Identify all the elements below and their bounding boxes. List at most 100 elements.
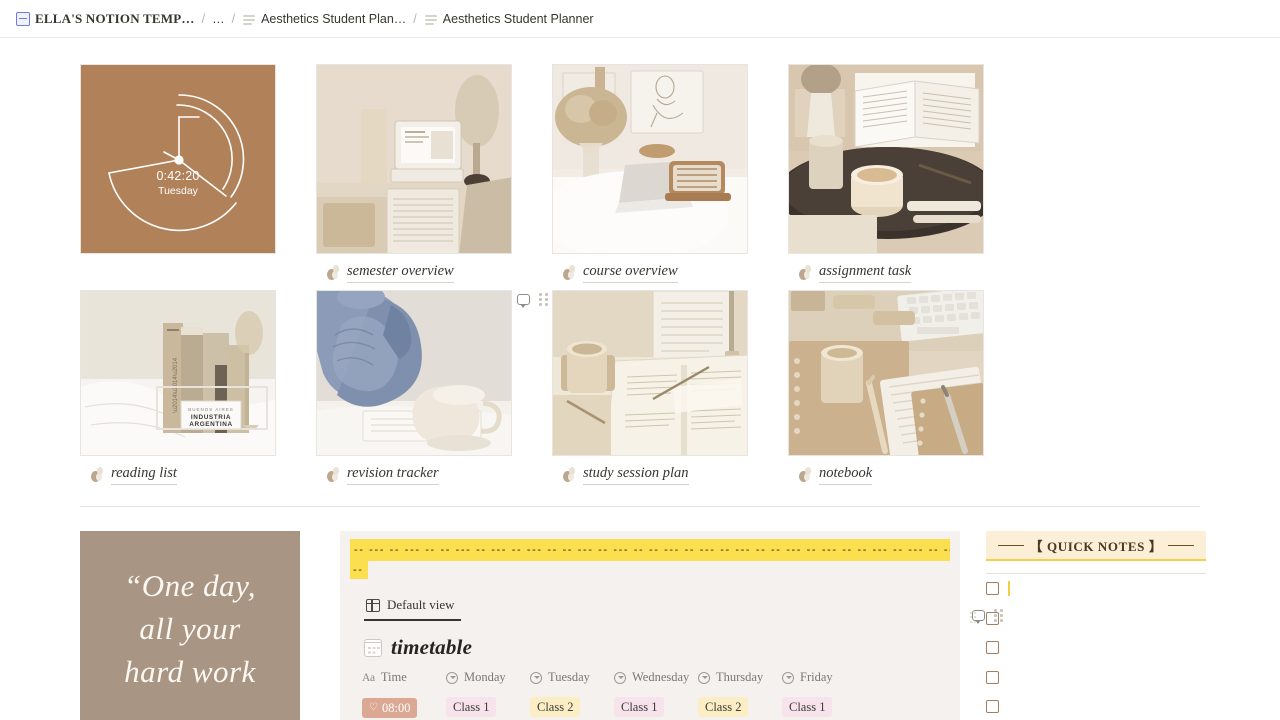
- decorative-dashed-divider: -- --- -- --- -- -- --- -- --- -- --- --…: [350, 539, 950, 561]
- column-header-tuesday[interactable]: Tuesday: [530, 670, 614, 685]
- quick-note-item[interactable]: [986, 692, 1206, 720]
- breadcrumb-item-root[interactable]: ELLA'S NOTION TEMP…: [16, 11, 195, 27]
- header-dash-right-icon: [1168, 544, 1195, 547]
- select-icon: [614, 671, 626, 684]
- paw-icon: [326, 467, 340, 482]
- assignment-task-thumb[interactable]: [788, 64, 984, 254]
- study-session-plan-caption[interactable]: study session plan: [552, 456, 748, 486]
- paw-icon: [562, 265, 576, 280]
- timetable-database-block: -- --- -- --- -- -- --- -- --- -- --- --…: [340, 531, 1003, 720]
- assignment-task-caption[interactable]: assignment task: [788, 254, 984, 284]
- breadcrumb-item-1[interactable]: Aesthetics Student Plan…: [242, 12, 406, 26]
- gallery-card-notebook[interactable]: notebook: [788, 290, 984, 486]
- gallery-card-revision-tracker[interactable]: revision tracker: [316, 290, 548, 486]
- class-badge[interactable]: Class 1: [446, 697, 497, 718]
- column-header-label: Friday: [800, 670, 833, 684]
- breadcrumb-root-label: ELLA'S NOTION TEMP…: [35, 10, 195, 26]
- page-content: 0:42:20 Tuesday 6: [0, 38, 1280, 720]
- tab-default-view[interactable]: Default view: [364, 597, 461, 621]
- cell-monday[interactable]: Class 1: [446, 697, 530, 718]
- course-overview-thumb[interactable]: [552, 64, 748, 254]
- gallery-card-course-overview[interactable]: course overview: [552, 64, 748, 284]
- checkbox-icon[interactable]: [986, 582, 999, 596]
- revision-tracker-card-tools[interactable]: [517, 293, 549, 308]
- lines-icon: [424, 12, 438, 26]
- quick-note-item[interactable]: [986, 633, 1206, 663]
- class-badge[interactable]: Class 1: [614, 697, 665, 718]
- column-header-label: Thursday: [716, 670, 764, 684]
- gallery-card-clock-caption: [80, 254, 276, 284]
- drag-handle-icon[interactable]: [539, 293, 549, 306]
- quick-note-item[interactable]: [986, 574, 1206, 604]
- clock-face-graphic: [108, 94, 245, 232]
- breadcrumb-separator: /: [413, 11, 417, 26]
- drag-handle-icon[interactable]: [970, 611, 976, 623]
- text-cursor: [1008, 581, 1010, 597]
- class-badge[interactable]: Class 2: [530, 697, 581, 718]
- gallery-card-label: reading list: [111, 464, 177, 485]
- quote-line-1: “One day,: [124, 568, 256, 603]
- reading-list-thumb[interactable]: \u2014\u2014\u2014 BUENOS AIRES INDUSTRI…: [80, 290, 276, 456]
- lower-section: “One day, all your hard work -- --- -- -…: [80, 531, 1206, 720]
- semester-overview-thumb[interactable]: [316, 64, 512, 254]
- semester-overview-caption[interactable]: semester overview: [316, 254, 512, 284]
- checkbox-icon[interactable]: [986, 700, 999, 714]
- clock-widget-thumb[interactable]: 0:42:20 Tuesday: [80, 64, 276, 254]
- cell-thursday[interactable]: Class 2: [698, 697, 782, 718]
- class-badge[interactable]: Class 1: [782, 697, 833, 718]
- paw-icon: [90, 467, 104, 482]
- study-session-plan-thumb[interactable]: [552, 290, 748, 456]
- notebook-caption[interactable]: notebook: [788, 456, 984, 486]
- gallery-card-semester-overview[interactable]: semester overview: [316, 64, 512, 284]
- gallery-card-reading-list[interactable]: \u2014\u2014\u2014 BUENOS AIRES INDUSTRI…: [80, 290, 276, 486]
- quick-note-item[interactable]: [970, 604, 1206, 634]
- checkbox-icon[interactable]: [986, 641, 999, 655]
- breadcrumb-ellipsis[interactable]: …: [212, 12, 225, 26]
- aa-icon: Aa: [362, 671, 375, 684]
- table-row[interactable]: ♡ 08:00 6 Class 1 Class 2 Class 1: [340, 693, 960, 720]
- column-header-monday[interactable]: Monday: [446, 670, 530, 685]
- revision-tracker-thumb[interactable]: [316, 290, 512, 456]
- column-header-label: Tuesday: [548, 670, 590, 684]
- heart-icon: ♡: [369, 702, 378, 713]
- breadcrumb-separator: /: [231, 11, 236, 26]
- revision-tracker-caption[interactable]: revision tracker: [316, 456, 512, 486]
- time-badge[interactable]: ♡ 08:00: [362, 697, 418, 719]
- lines-icon: [242, 12, 256, 26]
- class-badge[interactable]: Class 2: [698, 697, 749, 718]
- column-header-friday[interactable]: Friday: [782, 670, 866, 685]
- checkbox-icon[interactable]: [986, 670, 999, 684]
- cell-tuesday[interactable]: Class 2: [530, 697, 614, 718]
- breadcrumb-item-2[interactable]: Aesthetics Student Planner: [424, 12, 594, 26]
- column-header-label: Time: [380, 670, 407, 684]
- notebook-thumb[interactable]: [788, 290, 984, 456]
- column-header-label: Monday: [464, 670, 506, 684]
- database-title[interactable]: timetable: [391, 635, 472, 660]
- paw-icon: [798, 265, 812, 280]
- quote-image[interactable]: “One day, all your hard work: [80, 531, 300, 720]
- quote-column: “One day, all your hard work: [80, 531, 300, 720]
- revision-tracker-photo: [317, 291, 511, 455]
- breadcrumb-item-2-label: Aesthetics Student Planner: [442, 11, 594, 26]
- database-title-row: timetable: [340, 621, 960, 660]
- comment-icon[interactable]: [517, 294, 530, 308]
- clock-widget: 0:42:20 Tuesday: [81, 65, 275, 253]
- cell-friday[interactable]: Class 1: [782, 697, 866, 718]
- column-header-thursday[interactable]: Thursday: [698, 670, 782, 685]
- gallery-card-clock[interactable]: 0:42:20 Tuesday 6: [80, 64, 386, 284]
- table-header-row: Aa Time Monday Tuesday Wednesday Thursda…: [340, 660, 960, 693]
- breadcrumb-separator: /: [201, 11, 206, 26]
- gallery-card-study-session-plan[interactable]: study session plan: [552, 290, 748, 486]
- checkbox-icon[interactable]: [986, 611, 999, 625]
- column-header-wednesday[interactable]: Wednesday: [614, 670, 698, 685]
- column-header-label: Wednesday: [632, 670, 690, 684]
- column-header-time[interactable]: Aa Time: [362, 670, 446, 685]
- quick-note-item[interactable]: [986, 663, 1206, 693]
- gallery-card-label: notebook: [819, 464, 873, 485]
- cell-wednesday[interactable]: Class 1: [614, 697, 698, 718]
- gallery-card-assignment-task[interactable]: assignment task: [788, 64, 984, 284]
- course-overview-caption[interactable]: course overview: [552, 254, 748, 284]
- cell-time[interactable]: ♡ 08:00 6: [362, 697, 446, 720]
- select-icon: [446, 671, 458, 684]
- reading-list-caption[interactable]: reading list: [80, 456, 276, 486]
